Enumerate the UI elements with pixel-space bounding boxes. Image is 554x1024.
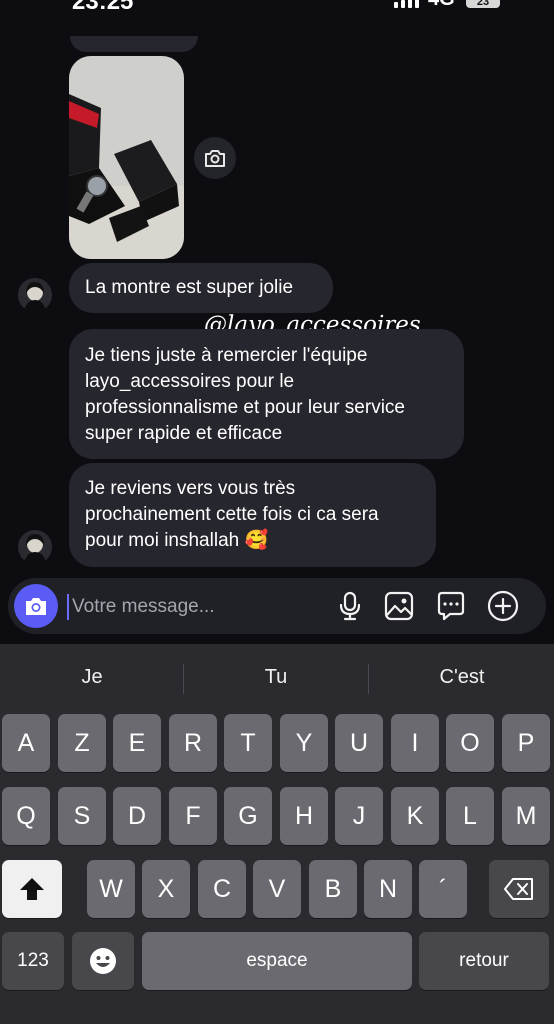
- microphone-icon[interactable]: [333, 589, 367, 623]
- backspace-icon: [504, 878, 533, 900]
- avatar[interactable]: [18, 278, 52, 312]
- key-y[interactable]: Y: [280, 714, 328, 772]
- suggestion-divider: [368, 664, 369, 694]
- message-text: La montre est super jolie: [85, 277, 294, 298]
- key-h[interactable]: H: [280, 787, 328, 845]
- suggestion-2[interactable]: Tu: [184, 654, 368, 700]
- backspace-key[interactable]: [489, 860, 549, 918]
- key-d[interactable]: D: [113, 787, 161, 845]
- message-bubble[interactable]: Je reviens vers vous très prochainement …: [69, 463, 436, 567]
- key-u[interactable]: U: [335, 714, 383, 772]
- key-p[interactable]: P: [502, 714, 550, 772]
- message-text: Je reviens vers vous très prochainement …: [85, 478, 379, 551]
- key-b[interactable]: B: [309, 860, 357, 918]
- message-text: Je tiens juste à remercier l'équipe layo…: [85, 345, 405, 444]
- suggestion-1[interactable]: Je: [0, 654, 184, 700]
- emoji-icon: [90, 948, 116, 974]
- previous-message-bubble: [70, 36, 198, 52]
- key-c[interactable]: C: [198, 860, 246, 918]
- chat-thread[interactable]: La montre est super jolie @layo_accessoi…: [0, 0, 554, 576]
- space-key[interactable]: espace: [142, 932, 412, 990]
- key-accent[interactable]: ´: [419, 860, 467, 918]
- camera-button[interactable]: [14, 584, 58, 628]
- key-q[interactable]: Q: [2, 787, 50, 845]
- return-key[interactable]: retour: [419, 932, 549, 990]
- message-bubble[interactable]: Je tiens juste à remercier l'équipe layo…: [69, 329, 464, 459]
- key-g[interactable]: G: [224, 787, 272, 845]
- message-input[interactable]: [70, 586, 324, 628]
- key-f[interactable]: F: [169, 787, 217, 845]
- text-cursor: [67, 594, 69, 620]
- key-v[interactable]: V: [253, 860, 301, 918]
- key-t[interactable]: T: [224, 714, 272, 772]
- key-l[interactable]: L: [446, 787, 494, 845]
- camera-icon[interactable]: [194, 137, 236, 179]
- gallery-icon[interactable]: [382, 589, 416, 623]
- shared-photo[interactable]: [69, 56, 184, 259]
- message-composer: [8, 578, 546, 634]
- message-bubble[interactable]: La montre est super jolie: [69, 263, 333, 313]
- shift-key[interactable]: [2, 860, 62, 918]
- key-s[interactable]: S: [58, 787, 106, 845]
- key-w[interactable]: W: [87, 860, 135, 918]
- avatar[interactable]: [18, 530, 52, 564]
- camera-icon: [26, 597, 46, 615]
- key-i[interactable]: I: [391, 714, 439, 772]
- keyboard: Je Tu C'est A Z E R T Y U I O P Q S D F …: [0, 644, 554, 1024]
- key-m[interactable]: M: [502, 787, 550, 845]
- numbers-key[interactable]: 123: [2, 932, 64, 990]
- sticker-icon[interactable]: [434, 589, 468, 623]
- key-e[interactable]: E: [113, 714, 161, 772]
- suggestion-3[interactable]: C'est: [370, 654, 554, 700]
- key-x[interactable]: X: [142, 860, 190, 918]
- key-j[interactable]: J: [335, 787, 383, 845]
- key-o[interactable]: O: [446, 714, 494, 772]
- key-k[interactable]: K: [391, 787, 439, 845]
- plus-icon[interactable]: [486, 589, 520, 623]
- emoji-key[interactable]: [72, 932, 134, 990]
- key-r[interactable]: R: [169, 714, 217, 772]
- key-a[interactable]: A: [2, 714, 50, 772]
- key-n[interactable]: N: [364, 860, 412, 918]
- key-z[interactable]: Z: [58, 714, 106, 772]
- shift-icon: [20, 878, 44, 900]
